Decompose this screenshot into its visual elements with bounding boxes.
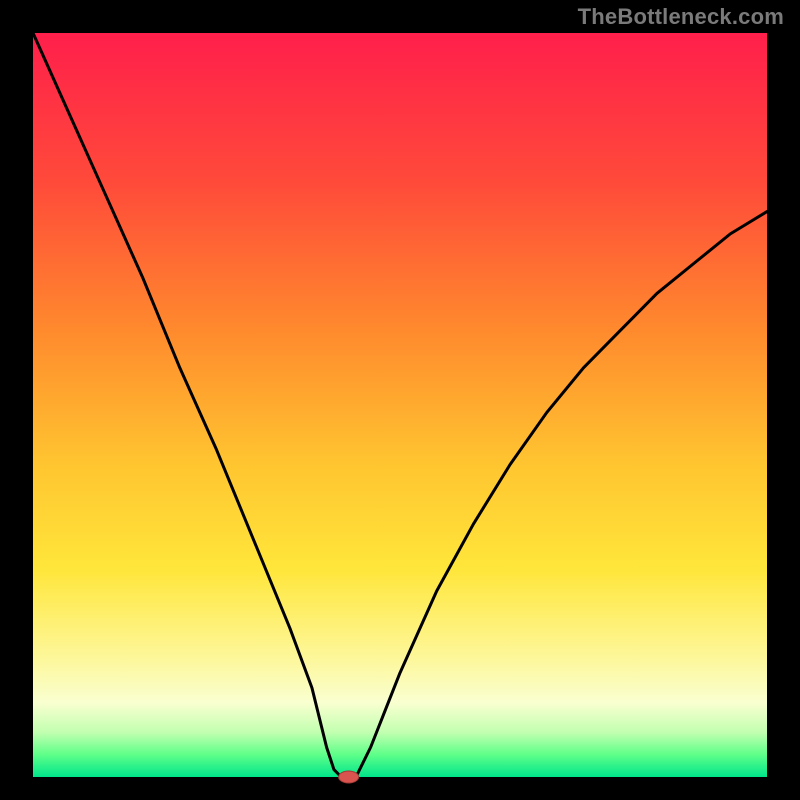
bottleneck-chart: [0, 0, 800, 800]
min-marker: [339, 771, 359, 783]
chart-frame: TheBottleneck.com: [0, 0, 800, 800]
watermark-text: TheBottleneck.com: [578, 4, 784, 30]
plot-background: [33, 33, 767, 777]
